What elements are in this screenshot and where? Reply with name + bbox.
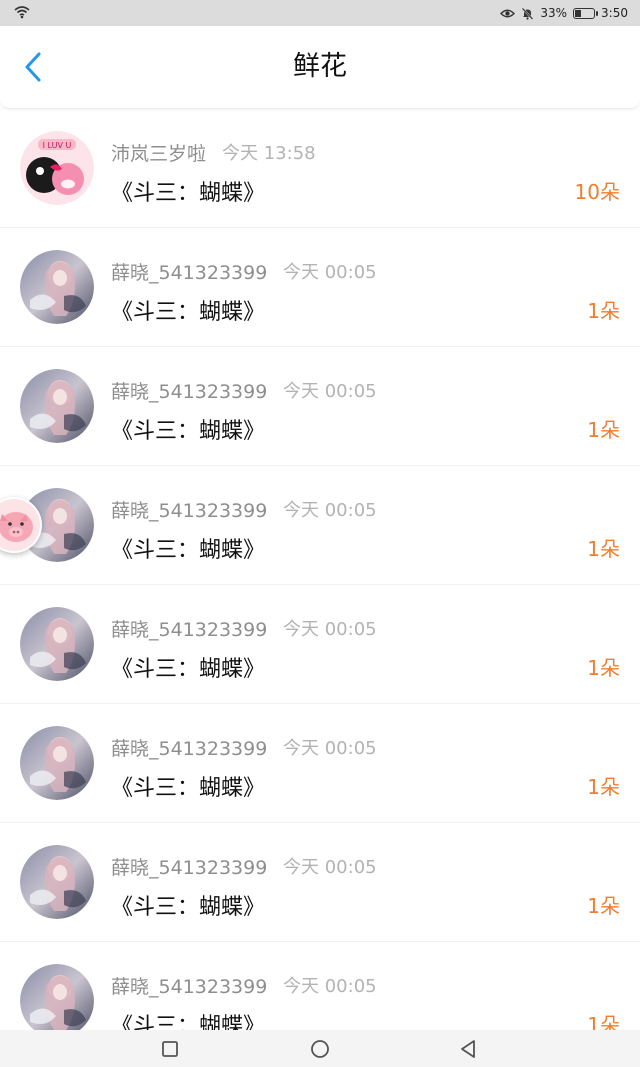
home-circle-icon xyxy=(311,1039,329,1058)
flower-count: 1朵 xyxy=(587,656,620,680)
user-name[interactable]: 薛晓_541323399 xyxy=(111,972,267,999)
timestamp: 今天 00:05 xyxy=(283,381,377,402)
avatar[interactable] xyxy=(20,369,94,443)
flower-count: 1朵 xyxy=(587,299,620,323)
timestamp: 今天 00:05 xyxy=(283,738,377,759)
battery-percent: 33% xyxy=(540,6,568,20)
list-item[interactable]: 薛晓_541323399 今天 00:05 《斗三：蝴蝶》 1朵 xyxy=(0,466,640,585)
user-name[interactable]: 薛晓_541323399 xyxy=(111,496,267,523)
avatar[interactable] xyxy=(20,726,94,800)
anime-girl-avatar-icon xyxy=(20,250,94,324)
flower-list: I LUV U 沛岚三岁啦 今天 13:58 《斗三：蝴蝶》 10朵薛晓_5413233… xyxy=(0,109,640,1061)
flower-count: 1朵 xyxy=(587,537,620,561)
book-title: 《斗三：蝴蝶》 xyxy=(111,538,266,563)
flower-count: 10朵 xyxy=(574,180,620,204)
avatar[interactable] xyxy=(20,607,94,681)
flower-count: 1朵 xyxy=(587,418,620,442)
avatar[interactable] xyxy=(20,845,94,919)
user-name[interactable]: 薛晓_541323399 xyxy=(111,615,267,642)
page-title: 鲜花 xyxy=(293,51,347,82)
avatar[interactable] xyxy=(20,250,94,324)
recents-button[interactable] xyxy=(146,1030,194,1067)
user-name[interactable]: 薛晓_541323399 xyxy=(111,377,267,404)
avatar[interactable]: I LUV U xyxy=(20,131,94,205)
list-item[interactable]: 薛晓_541323399 今天 00:05 《斗三：蝴蝶》 1朵 xyxy=(0,704,640,823)
book-title: 《斗三：蝴蝶》 xyxy=(111,657,266,682)
anime-girl-avatar-icon xyxy=(20,964,94,1038)
list-item[interactable]: 薛晓_541323399 今天 00:05 《斗三：蝴蝶》 1朵 xyxy=(0,823,640,942)
timestamp: 今天 00:05 xyxy=(283,976,377,997)
book-title: 《斗三：蝴蝶》 xyxy=(111,300,266,325)
list-item[interactable]: 薛晓_541323399 今天 00:05 《斗三：蝴蝶》 1朵 xyxy=(0,228,640,347)
svg-text:I LUV U: I LUV U xyxy=(43,141,72,150)
home-button[interactable] xyxy=(296,1030,344,1067)
book-title: 《斗三：蝴蝶》 xyxy=(111,895,266,920)
anime-girl-avatar-icon xyxy=(20,726,94,800)
timestamp: 今天 00:05 xyxy=(283,857,377,878)
flower-count: 1朵 xyxy=(587,894,620,918)
cartoon-avatar-icon: I LUV U xyxy=(20,131,94,205)
anime-girl-avatar-icon xyxy=(20,369,94,443)
recents-square-icon xyxy=(162,1040,178,1057)
timestamp: 今天 00:05 xyxy=(283,619,377,640)
timestamp: 今天 00:05 xyxy=(283,262,377,283)
timestamp: 今天 00:05 xyxy=(283,500,377,521)
list-item[interactable]: I LUV U 沛岚三岁啦 今天 13:58 《斗三：蝴蝶》 10朵 xyxy=(0,109,640,228)
user-name[interactable]: 薛晓_541323399 xyxy=(111,853,267,880)
back-triangle-icon xyxy=(461,1039,475,1058)
list-item[interactable]: 薛晓_541323399 今天 00:05 《斗三：蝴蝶》 1朵 xyxy=(0,585,640,704)
flower-count: 1朵 xyxy=(587,775,620,799)
book-title: 《斗三：蝴蝶》 xyxy=(111,181,266,206)
user-name[interactable]: 沛岚三岁啦 xyxy=(111,139,206,166)
app-header: 鲜花 xyxy=(0,26,640,109)
user-name[interactable]: 薛晓_541323399 xyxy=(111,734,267,761)
book-title: 《斗三：蝴蝶》 xyxy=(111,776,266,801)
list-item[interactable]: 薛晓_541323399 今天 00:05 《斗三：蝴蝶》 1朵 xyxy=(0,347,640,466)
back-nav-button[interactable] xyxy=(444,1030,492,1067)
status-bar: 33% 3:50 xyxy=(0,0,640,26)
anime-girl-avatar-icon xyxy=(20,845,94,919)
eye-icon xyxy=(500,8,516,19)
anime-girl-avatar-icon xyxy=(20,607,94,681)
avatar[interactable] xyxy=(20,964,94,1038)
clock: 3:50 xyxy=(601,6,628,20)
book-title: 《斗三：蝴蝶》 xyxy=(111,419,266,444)
wifi-icon xyxy=(14,5,30,22)
system-nav-bar xyxy=(0,1030,640,1067)
user-name[interactable]: 薛晓_541323399 xyxy=(111,258,267,285)
battery-icon xyxy=(573,7,599,19)
mute-icon xyxy=(521,7,534,20)
timestamp: 今天 13:58 xyxy=(222,143,316,164)
